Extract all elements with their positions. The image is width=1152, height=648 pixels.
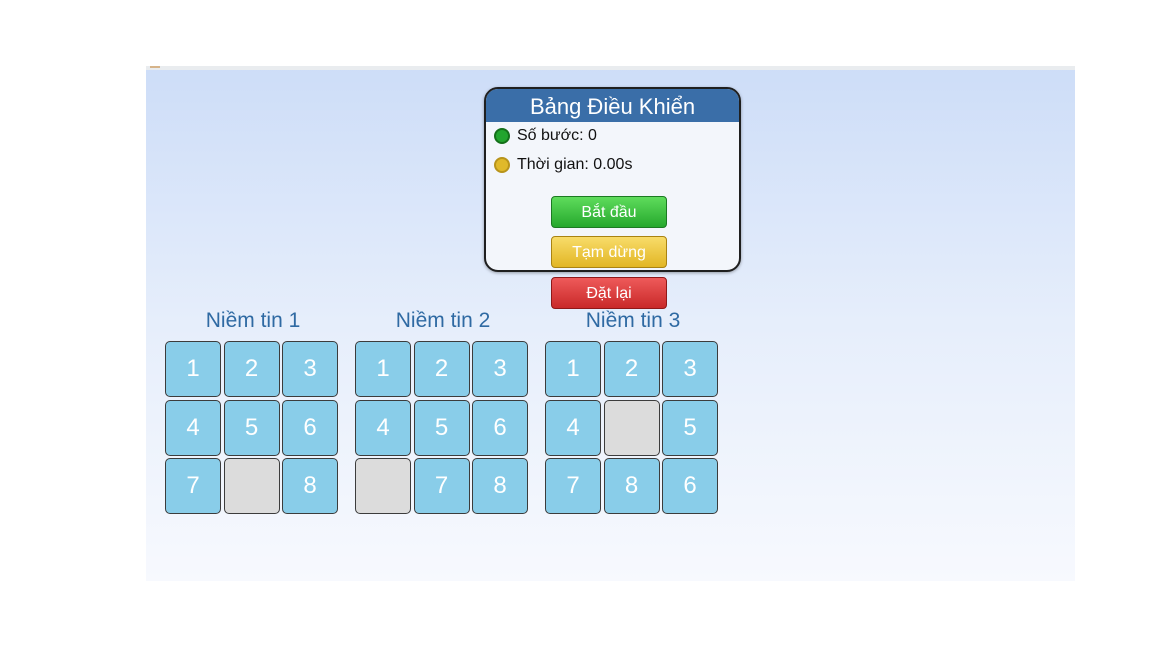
- puzzle-title: Niềm tin 1: [205, 309, 301, 332]
- top-border: [146, 66, 1075, 70]
- puzzle-tile[interactable]: 6: [662, 458, 718, 514]
- game-window: Bảng Điều Khiển Số bước: 0 Thời gian: 0.…: [146, 66, 1075, 581]
- puzzle-grid: 123 456 7 8: [165, 341, 341, 517]
- puzzle-tile[interactable]: 7: [545, 458, 601, 514]
- pause-button[interactable]: Tạm dừng: [551, 236, 667, 268]
- puzzle-tile[interactable]: 4: [165, 399, 221, 456]
- yellow-circle-icon: [494, 157, 510, 173]
- puzzle-3: Niềm tin 3 123 4 5 786: [545, 305, 721, 517]
- puzzle-tile[interactable]: 5: [662, 399, 718, 456]
- puzzle-grid: 123 45678: [355, 341, 531, 517]
- empty-tile[interactable]: [355, 458, 411, 514]
- puzzle-tile[interactable]: 3: [662, 341, 718, 397]
- green-circle-icon: [494, 128, 510, 144]
- steps-stat: Số bước: 0: [494, 127, 597, 145]
- panel-title: Bảng Điều Khiển: [486, 89, 739, 122]
- puzzle-tile[interactable]: 5: [413, 399, 470, 456]
- puzzle-tile[interactable]: 7: [413, 458, 470, 514]
- empty-tile[interactable]: [603, 399, 660, 456]
- puzzle-title: Niềm tin 3: [585, 309, 681, 332]
- steps-label: Số bước: 0: [517, 127, 597, 144]
- puzzle-tile[interactable]: 2: [413, 341, 470, 397]
- puzzle-tile[interactable]: 1: [165, 341, 221, 397]
- puzzle-title: Niềm tin 2: [395, 309, 491, 332]
- puzzle-tile[interactable]: 8: [282, 458, 338, 514]
- puzzle-tile[interactable]: 2: [223, 341, 280, 397]
- time-label: Thời gian: 0.00s: [517, 156, 633, 173]
- puzzle-grid: 123 4 5 786: [545, 341, 721, 517]
- puzzle-tile[interactable]: 4: [355, 399, 411, 456]
- puzzle-tile[interactable]: 2: [603, 341, 660, 397]
- puzzle-tile[interactable]: 3: [472, 341, 528, 397]
- puzzle-tile[interactable]: 6: [472, 399, 528, 456]
- puzzle-tile[interactable]: 1: [355, 341, 411, 397]
- puzzle-1: Niềm tin 1 123 456 7 8: [165, 305, 341, 517]
- puzzle-tile[interactable]: 1: [545, 341, 601, 397]
- time-stat: Thời gian: 0.00s: [494, 156, 632, 174]
- puzzle-tile[interactable]: 5: [223, 399, 280, 456]
- puzzle-tile[interactable]: 8: [472, 458, 528, 514]
- puzzle-tile[interactable]: 7: [165, 458, 221, 514]
- puzzle-tile[interactable]: 4: [545, 399, 601, 456]
- puzzle-tile[interactable]: 8: [603, 458, 660, 514]
- puzzle-tile[interactable]: 6: [282, 399, 338, 456]
- empty-tile[interactable]: [223, 458, 280, 514]
- start-button[interactable]: Bắt đầu: [551, 196, 667, 228]
- puzzle-tile[interactable]: 3: [282, 341, 338, 397]
- corner-mark: [150, 66, 160, 68]
- puzzle-2: Niềm tin 2 123 45678: [355, 305, 531, 517]
